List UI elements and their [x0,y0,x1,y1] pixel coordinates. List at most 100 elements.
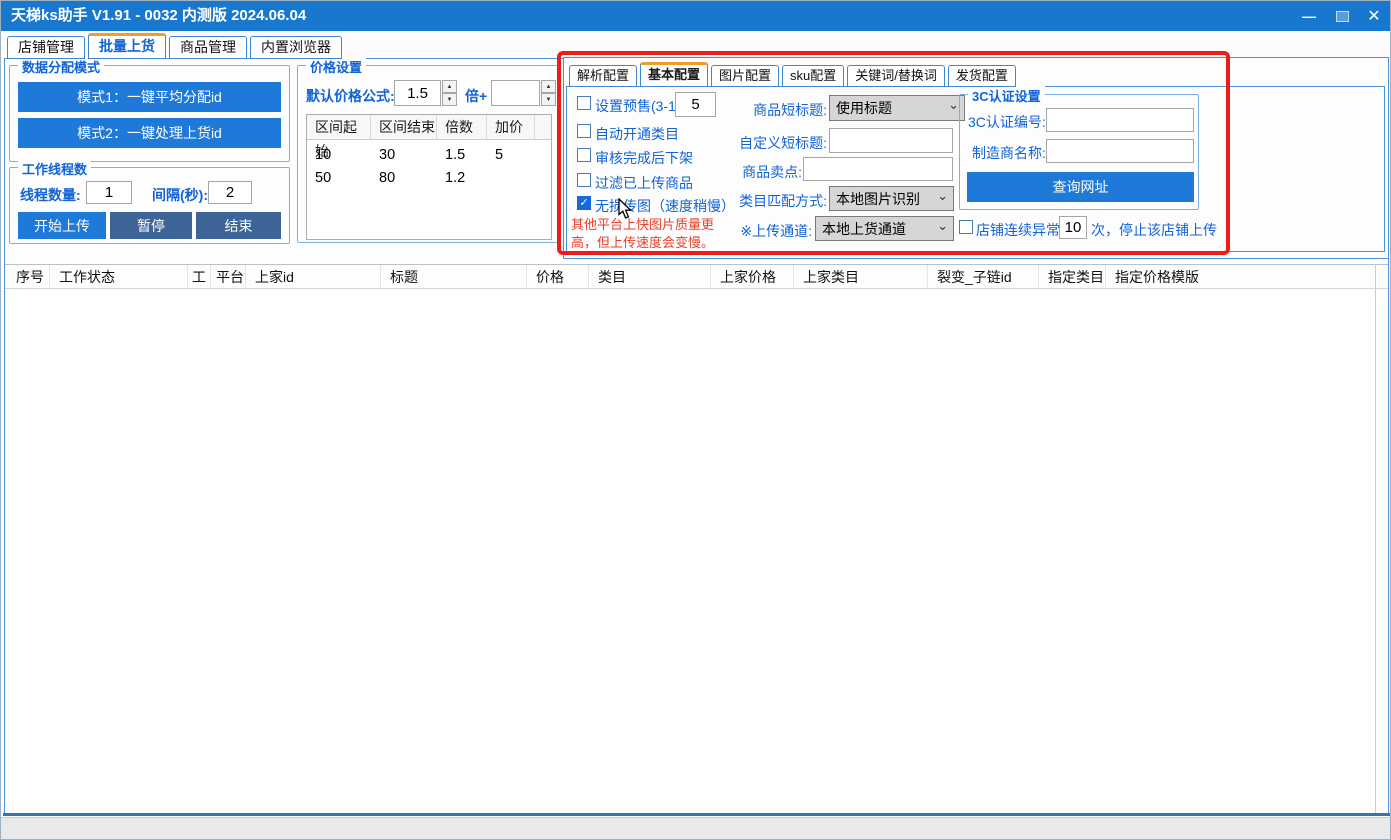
short-title-select[interactable]: 使用标题 ⌄ [829,95,965,121]
start-upload-button[interactable]: 开始上传 [18,212,106,239]
col-price[interactable]: 价格 [527,265,589,288]
check-icon: ✓ [579,197,588,209]
close-button[interactable]: ✕ [1359,1,1389,31]
minimize-icon: — [1302,8,1316,24]
col-work[interactable]: 工 [188,265,211,288]
spinner-down-icon[interactable]: ▼ [541,93,556,106]
filter-uploaded-checkbox[interactable] [577,173,591,187]
col-index[interactable]: 序号 [5,265,50,288]
col-fission-sublink-id[interactable]: 裂变_子链id [928,265,1039,288]
category-match-select[interactable]: 本地图片识别 ⌄ [829,186,954,211]
data-mode-group-title: 数据分配模式 [18,57,104,76]
cell: 30 [371,144,437,167]
col-empty [535,115,551,139]
mouse-cursor [618,198,638,220]
cell: 80 [371,167,437,190]
tab-keyword-replace[interactable]: 关键词/替换词 [847,65,945,87]
col-supplier-category[interactable]: 上家类目 [794,265,928,288]
c3-cert-no-input[interactable] [1046,108,1194,132]
price-formula-spinner[interactable]: ▲ ▼ [442,80,457,106]
chevron-down-icon: ⌄ [948,97,959,113]
tab-basic-config[interactable]: 基本配置 [640,62,708,87]
tab-parse-config[interactable]: 解析配置 [569,65,637,87]
bottom-accent-line [3,813,1390,816]
multiplier-label: 倍+ [465,86,487,106]
col-category[interactable]: 类目 [589,265,711,288]
col-work-status[interactable]: 工作状态 [50,265,188,288]
table-right-divider [1375,264,1376,813]
spinner-up-icon[interactable]: ▲ [442,80,457,93]
app-window: 天梯ks助手 V1.91 - 0032 内测版 2024.06.04 — ✕ 店… [0,0,1391,840]
main-tab-bar: 店铺管理 批量上货 商品管理 内置浏览器 [7,36,342,59]
col-range-end: 区间结束 [371,115,437,139]
c3-cert-group: 3C认证设置 3C认证编号: 制造商名称: 查询网址 [959,94,1199,210]
price-table-row[interactable]: 10 30 1.5 5 [307,144,551,167]
shop-abnormal-count-input[interactable] [1059,216,1087,239]
tab-image-config[interactable]: 图片配置 [711,65,779,87]
price-table-row[interactable]: 50 80 1.2 [307,167,551,190]
cell: 5 [487,144,535,167]
auto-category-checkbox[interactable] [577,124,591,138]
col-supplier-price[interactable]: 上家价格 [711,265,794,288]
spinner-up-icon[interactable]: ▲ [541,80,556,93]
lossless-image-checkbox[interactable]: ✓ [577,196,591,210]
close-icon: ✕ [1367,6,1380,26]
titlebar: 天梯ks助手 V1.91 - 0032 内测版 2024.06.04 — ✕ [1,1,1391,31]
col-title[interactable]: 标题 [381,265,527,288]
product-table-body[interactable] [5,289,1388,813]
col-platform[interactable]: 平台 [211,265,246,288]
cell: 10 [307,144,371,167]
tab-batch-upload[interactable]: 批量上货 [88,33,166,59]
maximize-icon [1336,11,1349,22]
upload-channel-value: 本地上货通道 [822,219,906,239]
mode1-button[interactable]: 模式1：一键平均分配id [18,82,281,112]
thread-count-input[interactable] [86,181,132,204]
query-url-button[interactable]: 查询网址 [967,172,1194,202]
col-assigned-price-template[interactable]: 指定价格模版 [1106,265,1388,288]
cell: 1.2 [437,167,487,190]
maximize-button[interactable] [1327,1,1357,31]
col-multiplier: 倍数 [437,115,487,139]
filter-uploaded-label: 过滤已上传商品 [595,173,693,193]
cell [487,167,535,190]
pause-button[interactable]: 暂停 [110,212,192,239]
price-formula-input[interactable] [394,80,441,106]
product-table-header[interactable]: 序号 工作状态 工 平台 上家id 标题 价格 类目 上家价格 上家类目 裂变_… [5,264,1388,289]
price-addition-input[interactable] [491,80,540,106]
data-mode-group: 数据分配模式 模式1：一键平均分配id 模式2：一键处理上货id [9,65,290,162]
thread-group-title: 工作线程数 [18,159,91,178]
tab-shipping-config[interactable]: 发货配置 [948,65,1016,87]
custom-short-title-input[interactable] [829,128,953,153]
upload-channel-select[interactable]: 本地上货通道 ⌄ [815,216,954,241]
price-table-header: 区间起始 区间结束 倍数 加价 [307,115,551,140]
offshelf-checkbox[interactable] [577,148,591,162]
stop-button[interactable]: 结束 [196,212,281,239]
category-match-label: 类目匹配方式: [707,191,827,211]
minimize-button[interactable]: — [1294,1,1324,31]
tab-product-management[interactable]: 商品管理 [169,36,247,59]
presale-days-input[interactable] [675,92,716,117]
price-formula-label: 默认价格公式: [306,86,395,106]
spinner-down-icon[interactable]: ▼ [442,93,457,106]
shop-abnormal-checkbox[interactable] [959,220,973,234]
tab-shop-management[interactable]: 店铺管理 [7,36,85,59]
c3-cert-no-label: 3C认证编号: [968,112,1046,132]
cell: 1.5 [437,144,487,167]
price-group-title: 价格设置 [306,57,366,76]
selling-point-label: 商品卖点: [692,162,802,182]
short-title-value: 使用标题 [836,98,892,118]
presale-checkbox[interactable] [577,96,591,110]
chevron-down-icon: ⌄ [937,188,948,204]
selling-point-input[interactable] [803,157,953,181]
price-range-table[interactable]: 区间起始 区间结束 倍数 加价 10 30 1.5 5 50 80 1.2 [306,114,552,240]
thread-count-label: 线程数量: [20,185,81,205]
col-assigned-category[interactable]: 指定类目 [1039,265,1106,288]
tab-sku-config[interactable]: sku配置 [782,65,844,87]
tab-builtin-browser[interactable]: 内置浏览器 [250,36,342,59]
short-title-label: 商品短标题: [717,100,827,120]
price-addition-spinner[interactable]: ▲ ▼ [541,80,556,106]
manufacturer-input[interactable] [1046,139,1194,163]
mode2-button[interactable]: 模式2：一键处理上货id [18,118,281,148]
col-supplier-id[interactable]: 上家id [246,265,381,288]
interval-input[interactable] [208,181,252,204]
